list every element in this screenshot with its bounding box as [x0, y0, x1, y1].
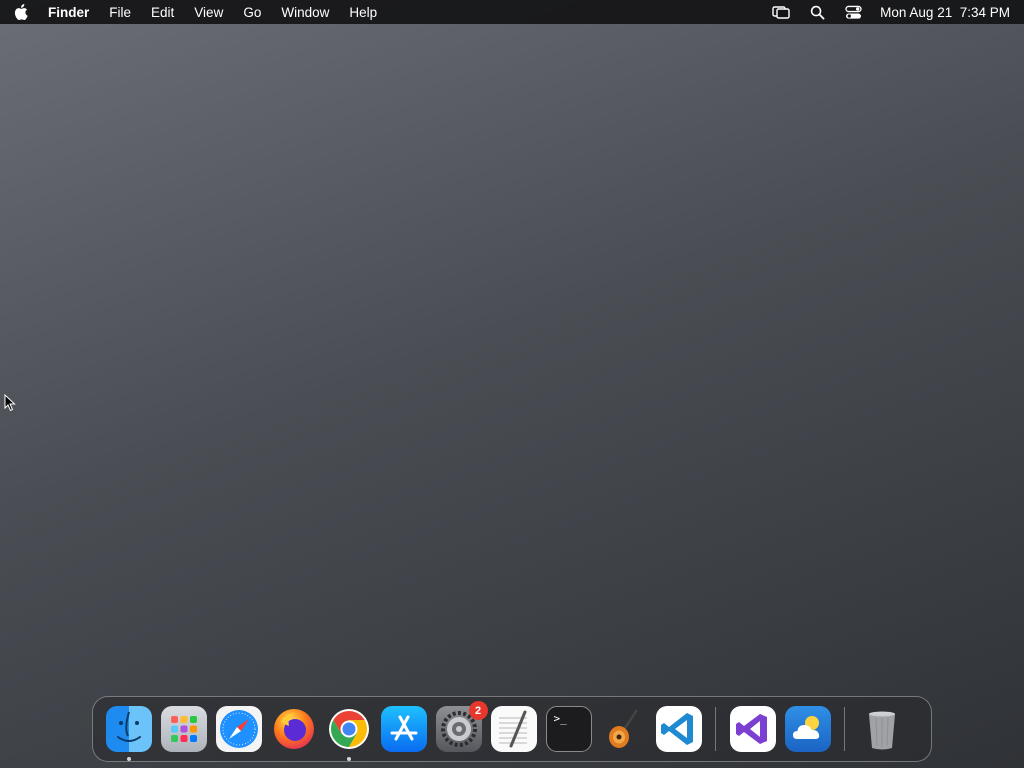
dock-trash[interactable] — [859, 706, 905, 752]
mouse-cursor-icon — [4, 394, 16, 412]
menu-file[interactable]: File — [109, 5, 131, 20]
dock-separator — [715, 707, 716, 751]
weather-cloud-icon — [792, 716, 819, 739]
app-name-finder[interactable]: Finder — [48, 5, 89, 20]
apple-menu-icon[interactable] — [14, 4, 28, 20]
dock-chrome[interactable] — [326, 706, 372, 761]
dock-garageband[interactable] — [601, 706, 647, 752]
menu-help[interactable]: Help — [349, 5, 377, 20]
dock-safari[interactable] — [215, 706, 262, 752]
dock-app-store[interactable] — [380, 706, 427, 752]
dock-weather[interactable] — [784, 706, 831, 752]
visual-studio-icon — [735, 714, 767, 744]
screen-mirroring-icon[interactable] — [772, 4, 790, 20]
menu-edit[interactable]: Edit — [151, 5, 174, 20]
firefox-icon — [273, 709, 314, 749]
textedit-icon — [498, 710, 527, 748]
menu-window[interactable]: Window — [281, 5, 329, 20]
menubar-clock[interactable]: Mon Aug 21 7:34 PM — [880, 5, 1010, 20]
dock: 2 >_ — [92, 696, 932, 762]
app-store-icon — [390, 715, 417, 741]
dock-firefox[interactable] — [271, 706, 317, 752]
dock-system-settings[interactable]: 2 — [435, 701, 488, 752]
menu-view[interactable]: View — [194, 5, 223, 20]
trash-icon — [868, 711, 895, 750]
dock-finder[interactable] — [105, 706, 152, 761]
running-indicator — [126, 757, 131, 761]
running-indicator — [346, 757, 351, 761]
dock-textedit[interactable] — [490, 706, 537, 752]
menu-go[interactable]: Go — [243, 5, 261, 20]
notification-badge: 2 — [468, 701, 488, 720]
guitar-icon — [608, 709, 638, 748]
dock-vscode[interactable] — [655, 706, 702, 752]
finder-face-icon — [116, 711, 141, 742]
vscode-icon — [660, 713, 693, 745]
dock-separator — [844, 707, 845, 751]
dock-terminal[interactable]: >_ — [545, 706, 592, 752]
safari-compass-icon — [219, 710, 258, 748]
dock-launchpad[interactable] — [160, 706, 207, 752]
terminal-prompt-icon: >_ — [553, 712, 567, 725]
chrome-icon — [328, 709, 369, 749]
control-center-icon[interactable] — [844, 4, 862, 20]
launchpad-grid-icon — [170, 716, 197, 742]
menu-bar: Finder File Edit View Go Window Help Mon… — [0, 0, 1024, 24]
dock-visual-studio[interactable] — [729, 706, 776, 752]
spotlight-search-icon[interactable] — [808, 4, 826, 20]
